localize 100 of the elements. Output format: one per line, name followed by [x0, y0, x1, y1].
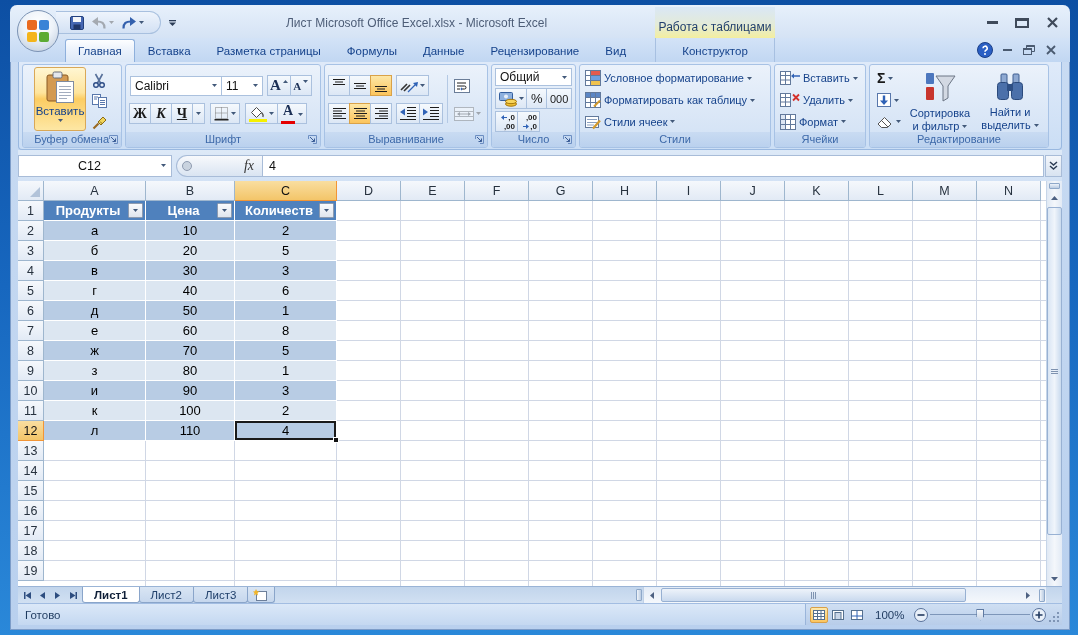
text-orientation-button[interactable]: [396, 75, 429, 96]
insert-function-button[interactable]: fx: [241, 157, 256, 174]
ribbon-tab[interactable]: Вид: [592, 39, 640, 62]
row-header[interactable]: 16: [18, 501, 44, 521]
column-header[interactable]: D: [337, 181, 401, 201]
zoom-out-button[interactable]: [914, 607, 929, 622]
decrease-decimal-button[interactable]: ,00 ,0: [517, 111, 540, 132]
row-header[interactable]: 7: [18, 321, 44, 341]
column-header[interactable]: J: [721, 181, 785, 201]
column-header[interactable]: F: [465, 181, 529, 201]
align-middle-button[interactable]: [349, 75, 371, 96]
row-header[interactable]: 4: [18, 261, 44, 281]
insert-sheet-button[interactable]: [247, 587, 276, 603]
comma-style-button[interactable]: 000: [546, 88, 572, 109]
sheet-tab[interactable]: Лист1: [82, 587, 140, 603]
delete-button[interactable]: Удалить: [778, 89, 855, 111]
cell-styles-button[interactable]: Стили ячеек: [583, 111, 678, 132]
ribbon-tab[interactable]: Рецензирование: [477, 39, 593, 62]
column-header[interactable]: K: [785, 181, 849, 201]
ribbon-tab[interactable]: Вставка: [134, 39, 204, 62]
name-box[interactable]: C12: [18, 154, 172, 177]
row-header[interactable]: 12: [18, 421, 44, 441]
row-header[interactable]: 19: [18, 561, 44, 581]
row-header[interactable]: 13: [18, 441, 44, 461]
column-header[interactable]: E: [401, 181, 465, 201]
align-center-button[interactable]: [349, 103, 371, 124]
row-header[interactable]: 2: [18, 221, 44, 241]
row-header[interactable]: 8: [18, 341, 44, 361]
underline-button[interactable]: Ч: [171, 103, 193, 124]
dialog-launcher-icon[interactable]: [308, 135, 317, 144]
normal-view-button[interactable]: [810, 606, 828, 623]
column-header[interactable]: L: [849, 181, 913, 201]
row-header[interactable]: 5: [18, 281, 44, 301]
sort-filter-button[interactable]: Сортировка и фильтр: [905, 68, 975, 134]
align-right-button[interactable]: [370, 103, 392, 124]
scroll-thumb[interactable]: [661, 588, 966, 602]
borders-button[interactable]: [210, 103, 240, 124]
decrease-indent-button[interactable]: [396, 103, 420, 124]
zoom-level-button[interactable]: 100%: [873, 607, 907, 622]
ribbon-tab[interactable]: Формулы: [333, 39, 410, 62]
column-header[interactable]: N: [977, 181, 1041, 201]
zoom-in-button[interactable]: [1032, 607, 1047, 622]
ribbon-tab[interactable]: Разметка страницы: [203, 39, 334, 62]
shrink-font-button[interactable]: A: [289, 75, 312, 96]
filter-button[interactable]: [217, 203, 232, 218]
scroll-thumb[interactable]: [1047, 207, 1062, 535]
underline-options-button[interactable]: [192, 103, 205, 124]
bold-button[interactable]: Ж: [129, 103, 151, 124]
copy-button[interactable]: [89, 92, 109, 111]
format-as-table-button[interactable]: Форматировать как таблицу: [583, 89, 758, 111]
row-header[interactable]: 9: [18, 361, 44, 381]
sheet-tab[interactable]: Лист2: [138, 587, 194, 603]
column-header[interactable]: M: [913, 181, 977, 201]
dialog-launcher-icon[interactable]: [109, 135, 118, 144]
font-name-field[interactable]: Calibri: [130, 75, 222, 96]
row-header[interactable]: 3: [18, 241, 44, 261]
percent-style-button[interactable]: %: [526, 88, 548, 109]
column-header[interactable]: H: [593, 181, 657, 201]
row-header[interactable]: 15: [18, 481, 44, 501]
align-bottom-button[interactable]: [370, 75, 392, 96]
increase-indent-button[interactable]: [419, 103, 443, 124]
column-header[interactable]: B: [146, 181, 235, 201]
split-handle[interactable]: [636, 589, 642, 601]
grow-font-button[interactable]: A: [267, 75, 291, 96]
row-header[interactable]: 1: [18, 201, 44, 221]
align-left-button[interactable]: [328, 103, 350, 124]
row-header[interactable]: 18: [18, 541, 44, 561]
formula-input[interactable]: 4: [262, 154, 1044, 177]
find-select-button[interactable]: Найти и выделить: [978, 68, 1042, 134]
row-header[interactable]: 14: [18, 461, 44, 481]
resize-grip-icon[interactable]: [1049, 612, 1059, 622]
autosum-button[interactable]: Σ: [874, 68, 902, 89]
font-color-button[interactable]: A: [277, 103, 307, 124]
filter-button[interactable]: [128, 203, 143, 218]
currency-format-button[interactable]: [495, 88, 528, 109]
insert-button[interactable]: Вставить: [778, 68, 860, 89]
align-top-button[interactable]: [328, 75, 350, 96]
fill-color-button[interactable]: [245, 103, 278, 124]
column-header[interactable]: I: [657, 181, 721, 201]
dialog-launcher-icon[interactable]: [475, 135, 484, 144]
fill-handle[interactable]: [333, 437, 339, 443]
font-size-field[interactable]: 11: [221, 75, 263, 96]
filter-button[interactable]: [319, 203, 334, 218]
increase-decimal-button[interactable]: ,0 ,00: [495, 111, 518, 132]
dialog-launcher-icon[interactable]: [563, 135, 572, 144]
ribbon-tab[interactable]: Конструктор: [669, 39, 761, 62]
ribbon-tab[interactable]: Главная: [65, 39, 135, 62]
conditional-formatting-button[interactable]: Условное форматирование: [583, 68, 754, 89]
format-button[interactable]: Формат: [778, 111, 849, 132]
column-header[interactable]: G: [529, 181, 593, 201]
ribbon-tab[interactable]: Данные: [409, 39, 478, 62]
row-header[interactable]: 6: [18, 301, 44, 321]
help-button[interactable]: [974, 41, 996, 59]
row-header[interactable]: 17: [18, 521, 44, 541]
number-format-field[interactable]: Общий: [495, 68, 572, 86]
row-header[interactable]: 10: [18, 381, 44, 401]
sheet-tab[interactable]: Лист3: [192, 587, 249, 603]
italic-button[interactable]: К: [150, 103, 172, 124]
paste-button[interactable]: Вставить: [34, 67, 86, 131]
column-header[interactable]: C: [235, 181, 337, 201]
